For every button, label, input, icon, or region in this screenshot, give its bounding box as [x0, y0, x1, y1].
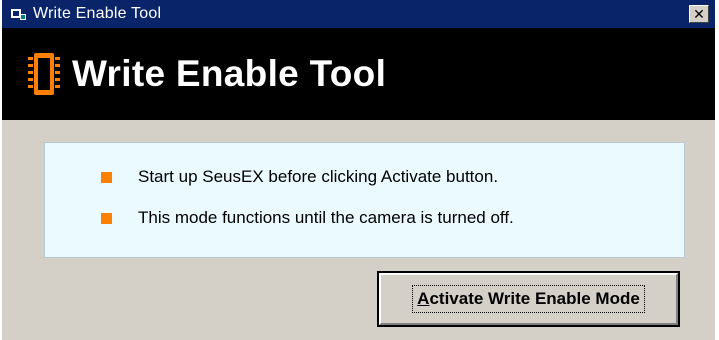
info-panel: Start up SeusEX before clicking Activate… [44, 142, 685, 258]
activate-write-enable-button[interactable]: Activate Write Enable Mode [377, 271, 680, 327]
mnemonic-letter: A [417, 289, 430, 308]
app-icon [11, 7, 27, 21]
app-window: Write Enable Tool ✕ Write Enable Tool St… [0, 0, 715, 340]
banner-title: Write Enable Tool [72, 53, 387, 94]
bullet-icon [101, 212, 112, 224]
info-line: Start up SeusEX before clicking Activate… [101, 167, 498, 187]
chip-icon [28, 51, 60, 97]
button-label-rest: ctivate Write Enable Mode [429, 289, 640, 308]
close-button[interactable]: ✕ [689, 5, 709, 23]
header-banner: Write Enable Tool [2, 28, 715, 120]
button-label: Activate Write Enable Mode [412, 285, 645, 313]
title-bar[interactable]: Write Enable Tool ✕ [2, 0, 715, 28]
button-face[interactable]: Activate Write Enable Mode [379, 273, 678, 325]
close-icon: ✕ [693, 6, 705, 22]
bullet-icon [101, 171, 112, 183]
info-text: Start up SeusEX before clicking Activate… [138, 167, 499, 186]
info-text: This mode functions until the camera is … [138, 208, 514, 227]
window-title: Write Enable Tool [33, 5, 162, 22]
info-line: This mode functions until the camera is … [101, 208, 514, 228]
